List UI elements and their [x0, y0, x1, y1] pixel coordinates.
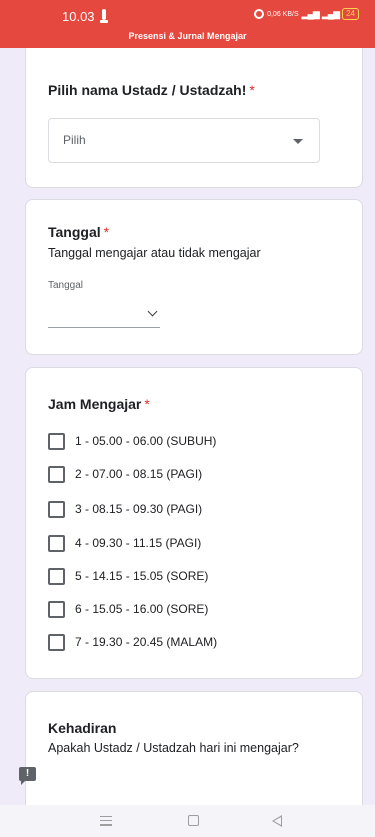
checkbox-label: 3 - 08.15 - 09.30 (PAGI) [75, 502, 203, 516]
alert-icon [100, 9, 108, 23]
status-time: 10.03 [62, 9, 95, 24]
home-icon[interactable] [188, 815, 199, 826]
date-field-label: Tanggal [48, 280, 84, 291]
chevron-down-icon [147, 306, 158, 317]
checkbox[interactable] [48, 633, 65, 651]
ustadz-select[interactable]: Pilih [48, 118, 320, 163]
app-title: Presensi & Jurnal Mengajar [128, 31, 247, 41]
checkbox[interactable] [48, 534, 65, 552]
select-placeholder: Pilih [63, 133, 86, 147]
alarm-icon [254, 9, 265, 19]
question-card-jam: Jam Mengajar * 1 - 05.00 - 06.00 (SUBUH) … [25, 367, 363, 679]
checkbox-option[interactable]: 2 - 07.00 - 08.15 (PAGI) [48, 464, 202, 484]
required-mark: * [249, 82, 255, 98]
checkbox-label: 4 - 09.30 - 11.15 (PAGI) [75, 536, 202, 550]
question-title: Pilih nama Ustadz / Ustadzah! * [48, 82, 255, 98]
checkbox[interactable] [48, 500, 65, 518]
checkbox[interactable] [48, 432, 65, 450]
signal-2-icon: ▂▄▆ [321, 8, 340, 19]
checkbox-option[interactable]: 3 - 08.15 - 09.30 (PAGI) [48, 499, 202, 519]
checkbox-label: 6 - 15.05 - 16.00 (SORE) [75, 602, 209, 616]
checkbox-label: 5 - 14.15 - 15.05 (SORE) [75, 569, 209, 583]
feedback-icon[interactable]: ! [19, 767, 36, 785]
signal-icon: ▂▄▆ [301, 8, 320, 19]
checkbox-option[interactable]: 6 - 15.05 - 16.00 (SORE) [48, 599, 208, 619]
checkbox-label: 2 - 07.00 - 08.15 (PAGI) [75, 467, 203, 481]
battery-icon: 24 [342, 8, 359, 20]
navigation-bar [0, 805, 375, 837]
status-icons: 0,06 KB/S ▂▄▆ ▂▄▆ 24 [254, 8, 359, 20]
question-title: Jam Mengajar * [48, 396, 150, 412]
menu-icon[interactable] [100, 816, 112, 826]
question-card-ustadz: Pilih nama Ustadz / Ustadzah! * Pilih [25, 48, 363, 188]
back-icon[interactable] [272, 815, 282, 827]
question-description: Apakah Ustadz / Ustadzah hari ini mengaj… [48, 741, 299, 755]
checkbox-label: 1 - 05.00 - 06.00 (SUBUH) [75, 434, 217, 448]
net-speed: 0,06 KB/S [267, 10, 299, 18]
checkbox[interactable] [48, 567, 65, 585]
required-mark: * [144, 396, 150, 412]
checkbox[interactable] [48, 465, 65, 483]
required-mark: * [103, 224, 110, 240]
status-bar: 10.03 0,06 KB/S ▂▄▆ ▂▄▆ 24 Presensi & Ju… [0, 0, 375, 48]
question-title: Kehadiran [48, 720, 117, 736]
checkbox[interactable] [48, 600, 65, 618]
checkbox-option[interactable]: 7 - 19.30 - 20.45 (MALAM) [48, 632, 217, 652]
question-card-tanggal: Tanggal * Tanggal mengajar atau tidak men… [25, 199, 363, 355]
date-input[interactable] [48, 300, 160, 328]
checkbox-option[interactable]: 5 - 14.15 - 15.05 (SORE) [48, 566, 208, 586]
question-description: Tanggal mengajar atau tidak mengajar [48, 246, 261, 260]
checkbox-option[interactable]: 4 - 09.30 - 11.15 (PAGI) [48, 533, 201, 553]
question-title: Tanggal * [48, 224, 110, 240]
checkbox-option[interactable]: 1 - 05.00 - 06.00 (SUBUH) [48, 431, 216, 451]
dropdown-arrow-icon [293, 139, 303, 144]
checkbox-label: 7 - 19.30 - 20.45 (MALAM) [75, 635, 218, 649]
